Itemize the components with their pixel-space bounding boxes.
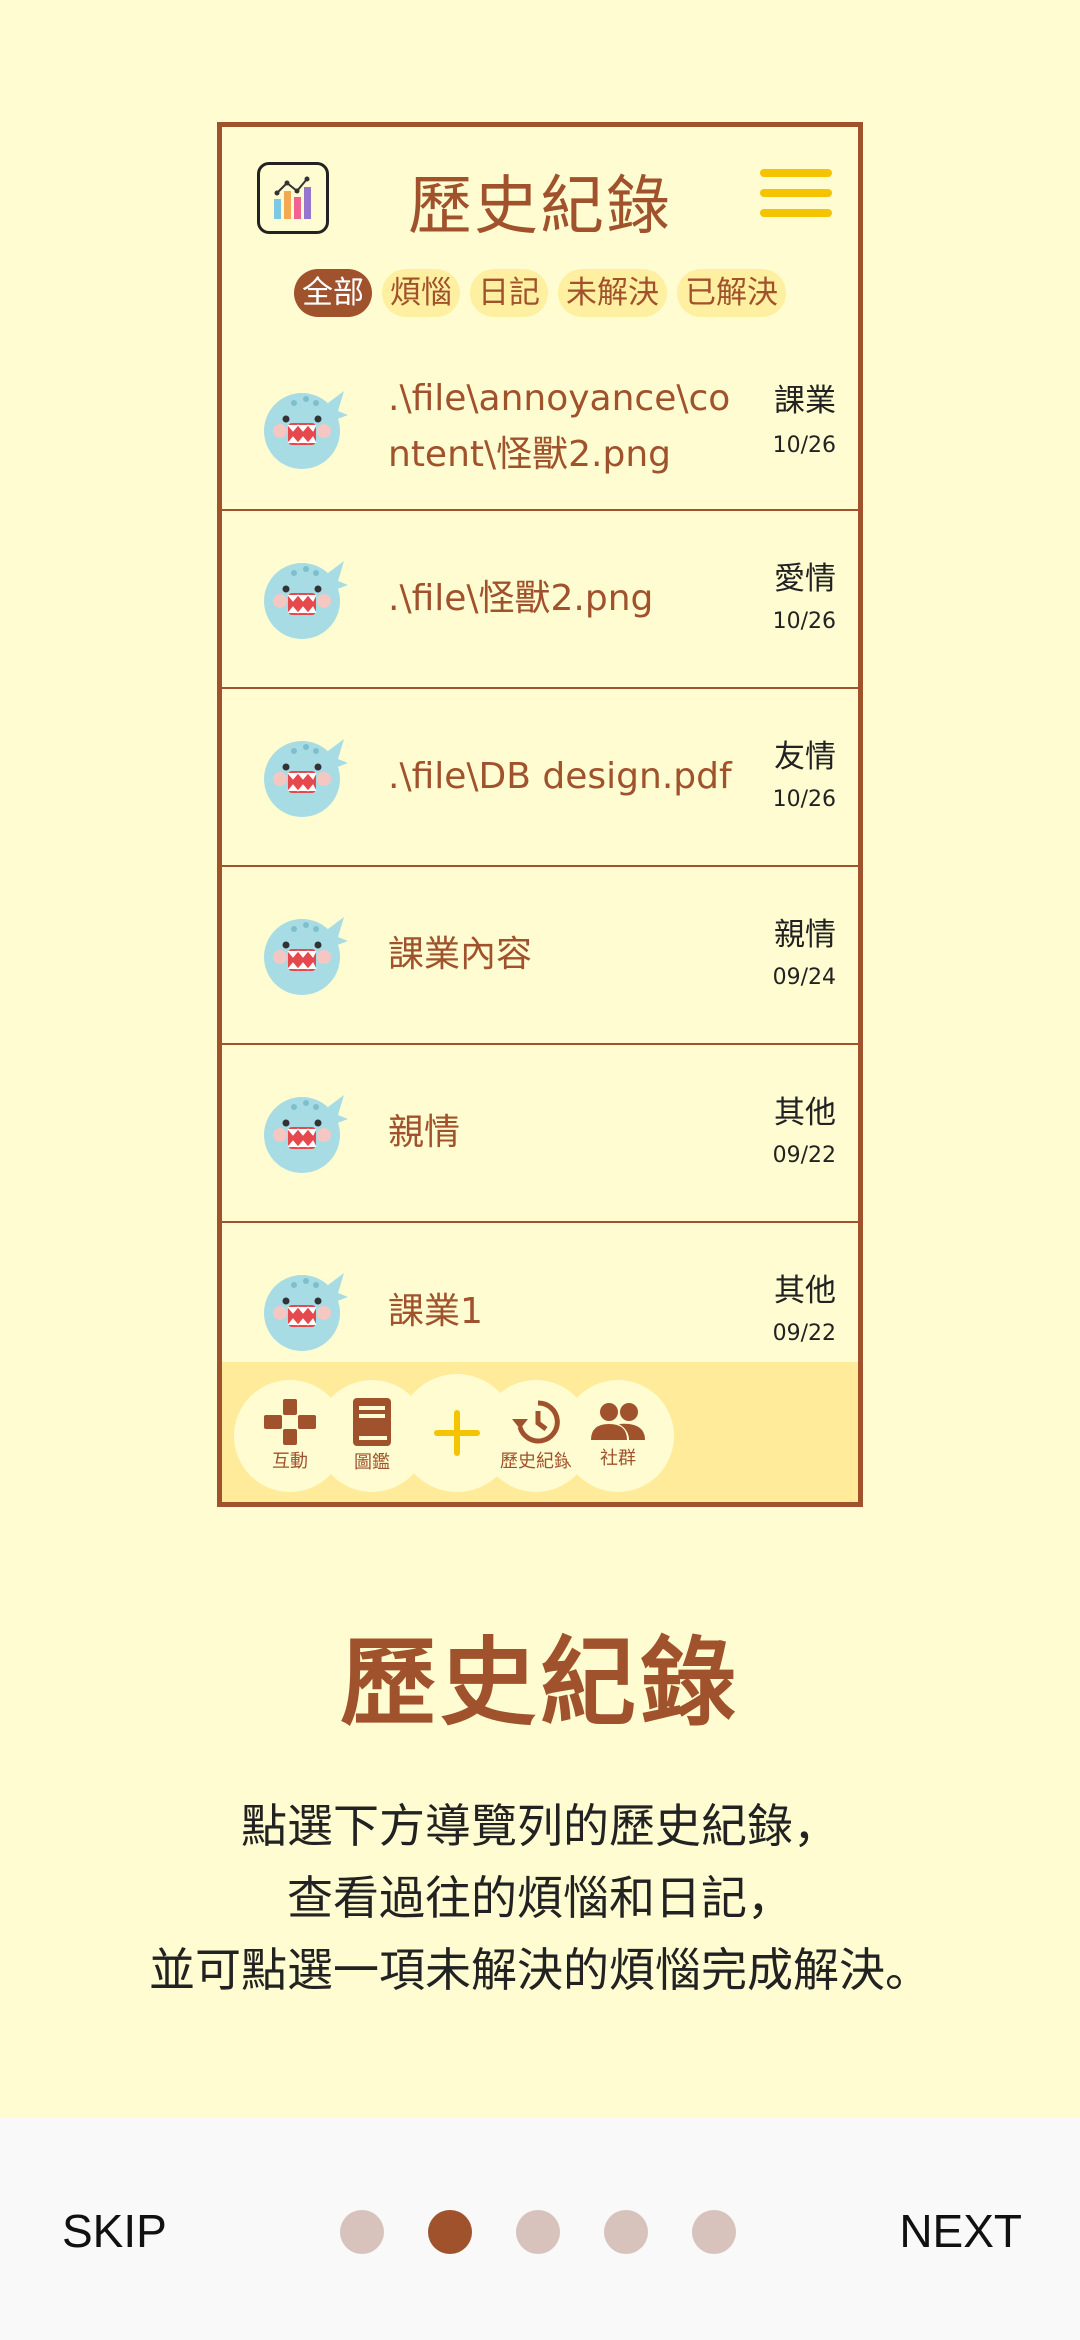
item-date: 09/24 [772,965,836,990]
item-date: 10/26 [772,609,836,634]
nav-interact-label: 互動 [272,1451,308,1472]
filter-solved[interactable]: 已解決 [677,269,786,317]
item-date: 09/22 [772,1143,836,1168]
mock-bottom-nav: 互動 圖鑑 歷史紀錄 社群 [222,1362,858,1502]
onboarding-footer: SKIP NEXT [0,2118,1080,2340]
nav-history-label: 歷史紀錄 [500,1451,572,1472]
item-content: 親情 [388,1112,461,1153]
item-content: .\file\annoyance\content\怪獸2.png [388,378,731,475]
feature-title: 歷史紀錄 [340,1627,740,1739]
history-icon [512,1400,560,1444]
item-content: 課業內容 [388,934,533,975]
monster-avatar-icon [258,1263,352,1357]
plus-icon [434,1410,480,1456]
item-category: 其他 [774,1273,836,1309]
monster-avatar-icon [258,907,352,1001]
description-line: 點選下方導覽列的歷史紀錄， [241,1799,839,1853]
app-screenshot-mockup: 歷史紀錄 全部 煩惱 日記 未解決 已解決 .\file\annoyance\c… [217,122,863,1507]
monster-avatar-icon [258,729,352,823]
nav-community-label: 社群 [600,1448,636,1469]
page-dot-active[interactable] [428,2210,472,2254]
item-date: 09/22 [772,1321,836,1346]
monster-avatar-icon [258,551,352,645]
hamburger-menu-icon[interactable] [760,169,832,223]
item-content: .\file\DB design.pdf [388,756,732,797]
item-category: 其他 [774,1095,836,1131]
list-item[interactable]: .\file\怪獸2.png 愛情 10/26 [222,511,858,689]
page-dot[interactable] [604,2210,648,2254]
book-icon [353,1398,391,1446]
page-dot[interactable] [340,2210,384,2254]
item-category: 友情 [774,739,836,775]
list-item[interactable]: 課業內容 親情 09/24 [222,867,858,1045]
item-category: 課業 [774,383,836,419]
nav-catalog-label: 圖鑑 [354,1452,390,1473]
item-category: 愛情 [774,561,836,597]
description-line: 並可點選一項未解決的煩惱完成解決。 [149,1943,931,1997]
gamepad-icon [264,1399,316,1445]
skip-button[interactable]: SKIP [62,2204,167,2258]
monster-avatar-icon [258,1085,352,1179]
filter-unsolved[interactable]: 未解決 [558,269,667,317]
feature-description: 點選下方導覽列的歷史紀錄， 查看過往的煩惱和日記， 並可點選一項未解決的煩惱完成… [0,1790,1080,2006]
page-dot[interactable] [692,2210,736,2254]
page-indicator [340,2210,736,2254]
nav-community[interactable]: 社群 [562,1380,674,1492]
history-list: .\file\annoyance\content\怪獸2.png 課業 10/2… [222,345,858,1401]
mock-header: 歷史紀錄 [222,127,858,267]
description-line: 查看過往的煩惱和日記， [287,1871,793,1925]
filter-chips: 全部 煩惱 日記 未解決 已解決 [222,269,858,317]
item-date: 10/26 [772,787,836,812]
list-item[interactable]: 親情 其他 09/22 [222,1045,858,1223]
monster-avatar-icon [258,381,352,475]
item-content: .\file\怪獸2.png [388,578,654,619]
page-dot[interactable] [516,2210,560,2254]
item-category: 親情 [774,917,836,953]
list-item[interactable]: .\file\annoyance\content\怪獸2.png 課業 10/2… [222,345,858,511]
filter-annoyance[interactable]: 煩惱 [382,269,460,317]
people-icon [591,1403,645,1440]
filter-all[interactable]: 全部 [294,269,372,317]
list-item[interactable]: .\file\DB design.pdf 友情 10/26 [222,689,858,867]
next-button[interactable]: NEXT [899,2204,1022,2258]
item-date: 10/26 [772,433,836,458]
filter-diary[interactable]: 日記 [470,269,548,317]
